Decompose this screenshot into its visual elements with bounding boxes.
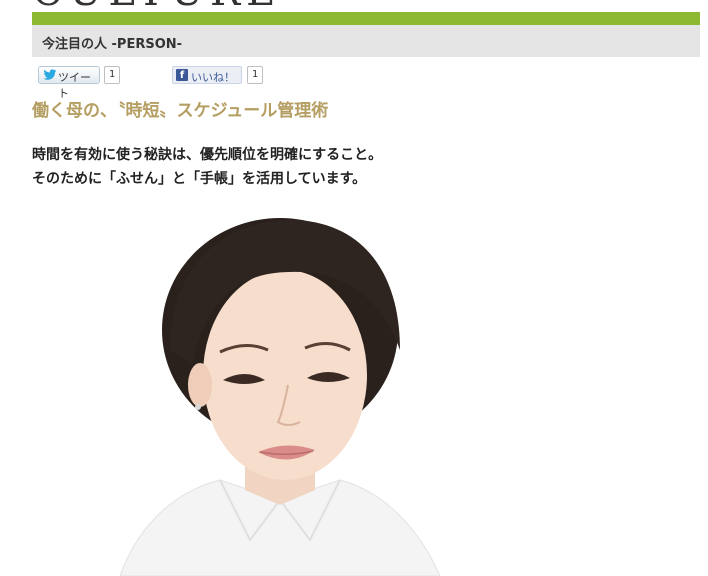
like-count: 1	[247, 66, 264, 84]
lead-line-2: そのために「ふせん」と「手帳」を活用しています。	[32, 171, 367, 187]
twitter-bird-icon	[43, 69, 57, 80]
like-label: いいね！	[191, 71, 235, 84]
accent-bar	[32, 12, 700, 25]
tweet-count: 1	[104, 66, 121, 84]
lead-line-1: 時間を有効に使う秘訣は、優先順位を明確にすること。	[32, 147, 383, 163]
section-title: 今注目の人 -PERSON-	[42, 37, 183, 52]
portrait-photo	[119, 218, 441, 576]
category-title: CULTURE	[32, 0, 281, 12]
article-lead: 時間を有効に使う秘訣は、優先順位を明確にすること。 そのために「ふせん」と「手帳…	[32, 143, 382, 191]
like-button[interactable]: f いいね！	[172, 66, 242, 84]
facebook-icon: f	[176, 69, 188, 81]
article-title: 働く母の、〝時短〟スケジュール管理術	[32, 101, 329, 121]
tweet-button[interactable]: ツイート	[38, 66, 100, 100]
section-header: 今注目の人 -PERSON-	[32, 25, 700, 57]
